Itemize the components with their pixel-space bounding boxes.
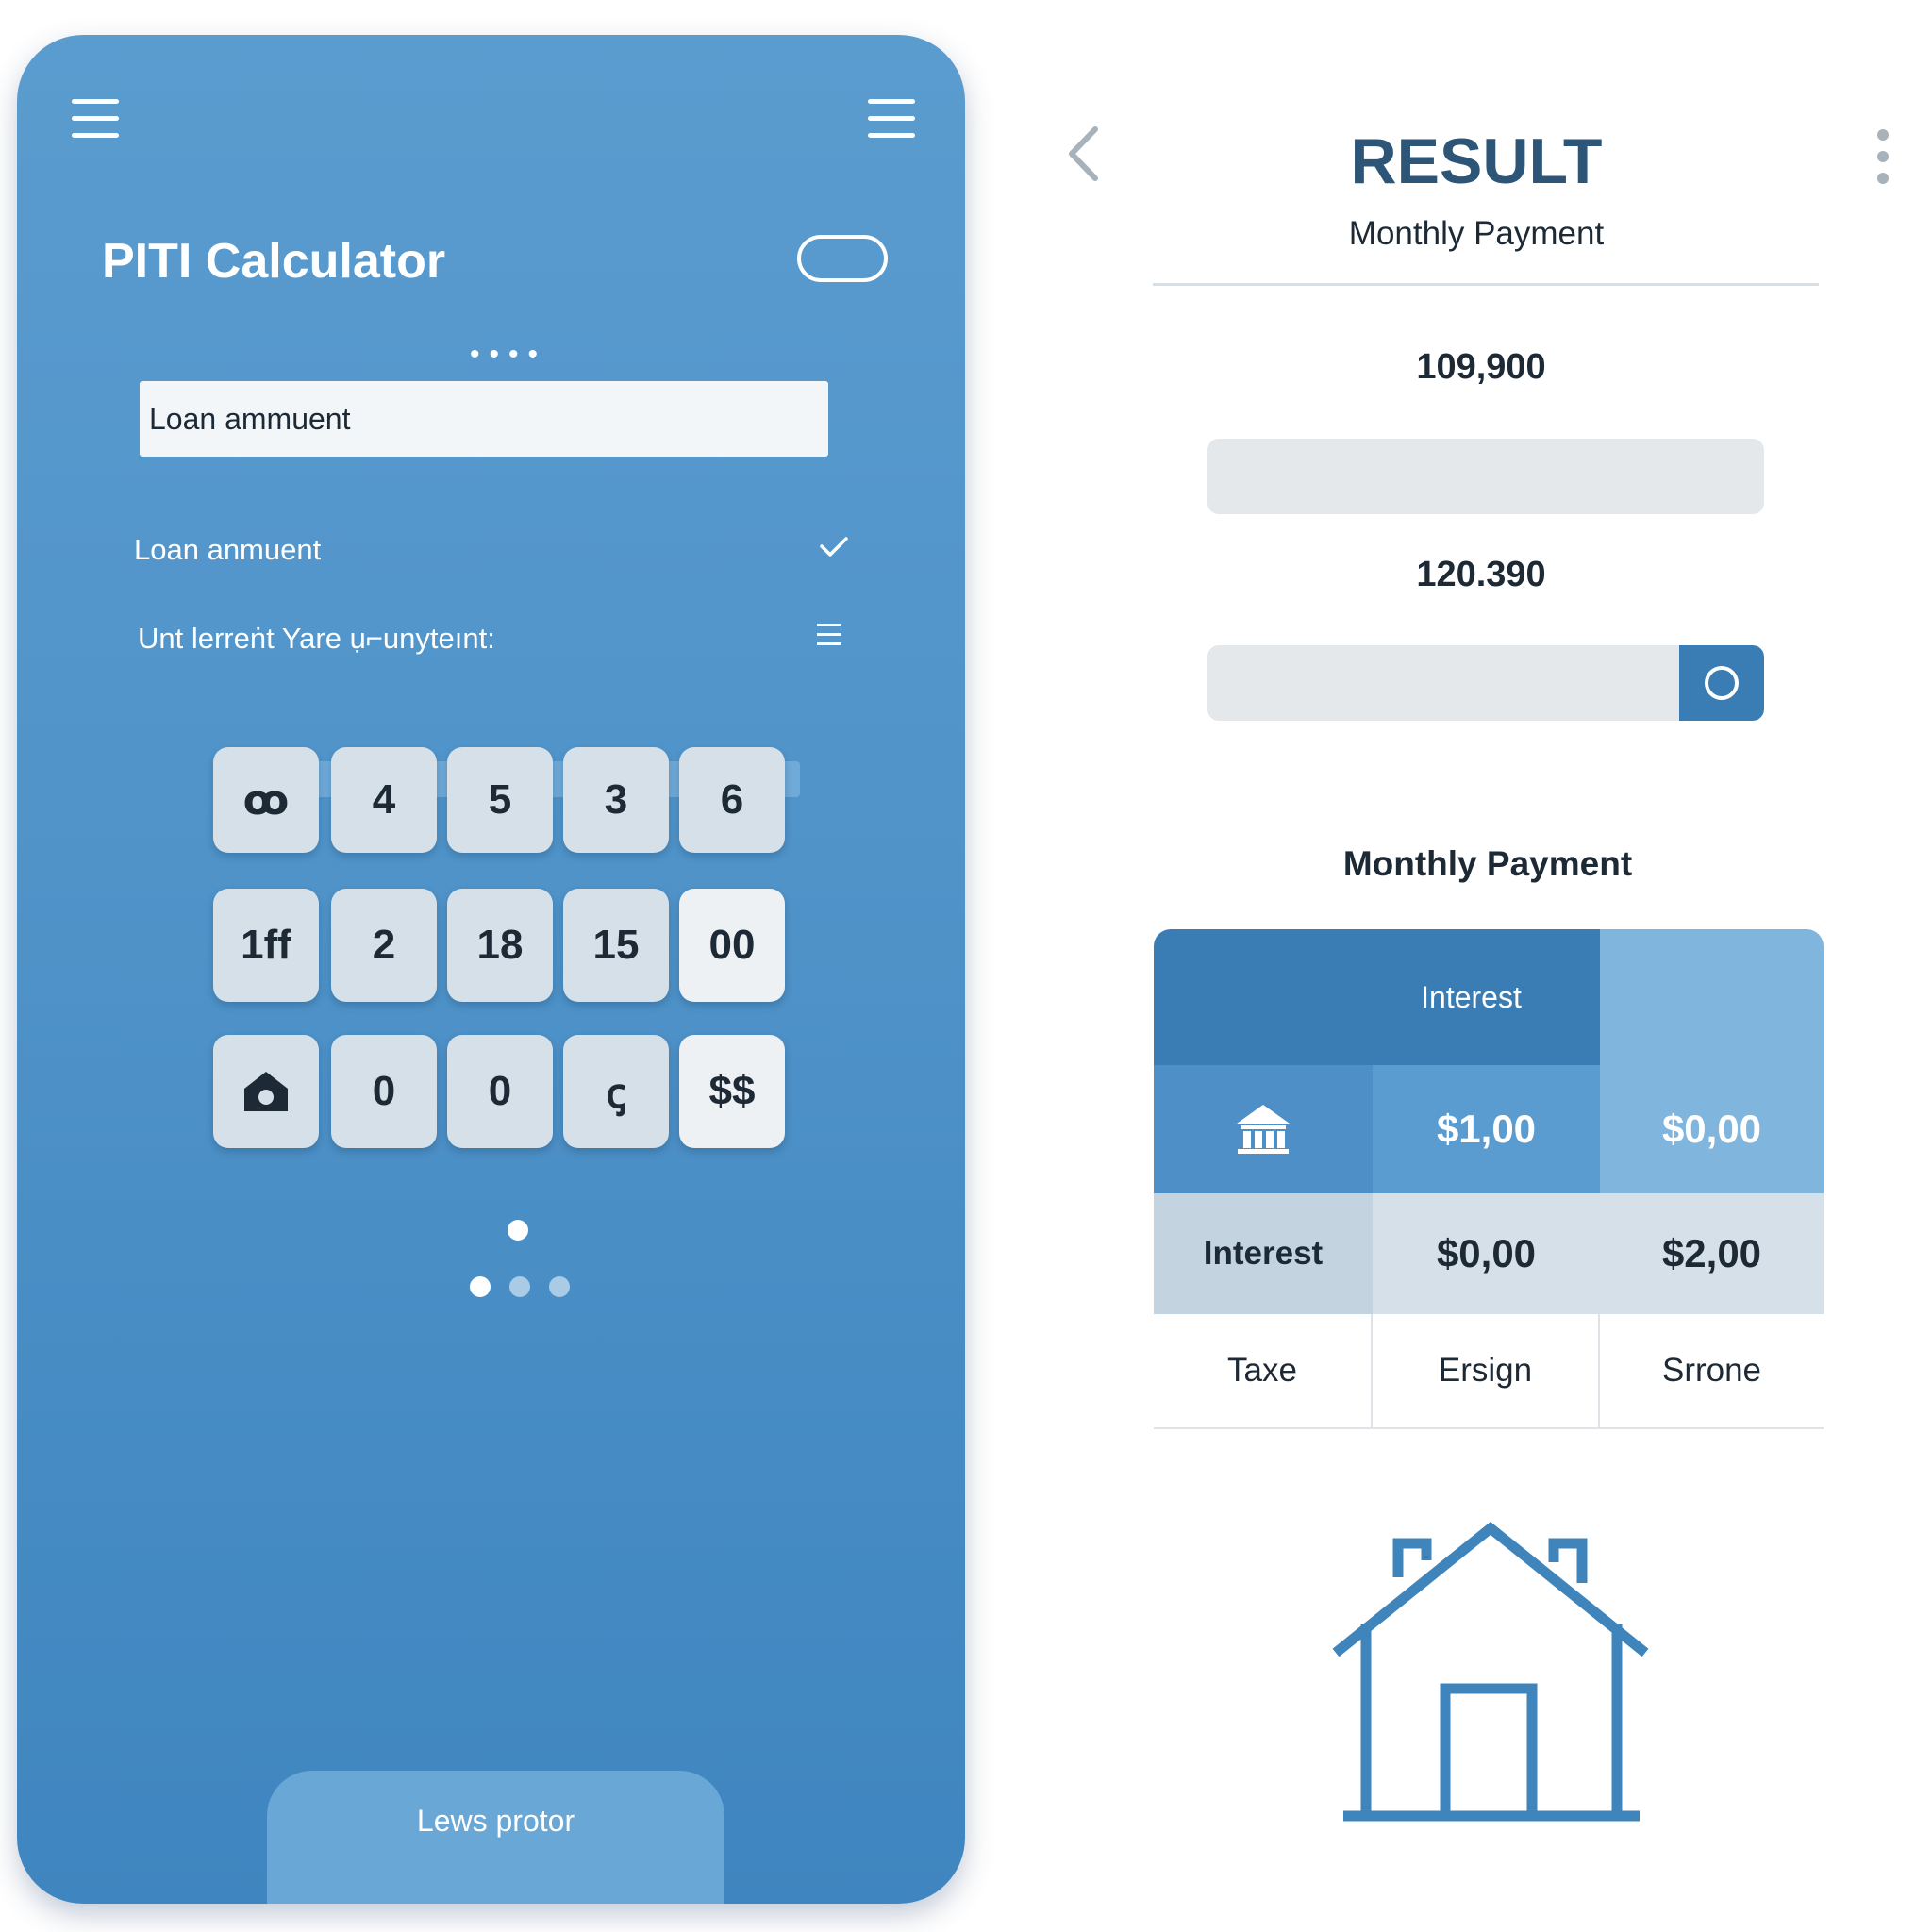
- slider-knob[interactable]: [1679, 645, 1764, 721]
- keypad-key-label: 2: [372, 922, 396, 968]
- total-slider[interactable]: [1208, 645, 1764, 721]
- keypad-key[interactable]: 00: [679, 889, 785, 1002]
- keypad-key-label: 1ff: [241, 922, 291, 968]
- keypad-key[interactable]: 15: [563, 889, 669, 1002]
- result-subtitle: Monthly Payment: [1348, 215, 1605, 252]
- breakdown-heading: Monthly Payment: [1342, 844, 1633, 883]
- check-icon[interactable]: [819, 535, 849, 559]
- more-options-icon[interactable]: [1877, 129, 1890, 194]
- keypad-key-label: 0: [488, 1068, 512, 1114]
- table-cell: Taxe: [1154, 1314, 1373, 1427]
- keypad-key-label: 15: [592, 922, 640, 968]
- interest-rate-label: Unt lerreṅt Yare ụ⌐unyteınt:: [138, 622, 495, 655]
- table-header: Interest: [1421, 979, 1522, 1014]
- indicator-dot: [508, 1220, 528, 1241]
- keypad-key[interactable]: 6: [679, 747, 785, 853]
- table-cell: $2,00: [1600, 1193, 1824, 1314]
- keypad-key-label: 6: [720, 776, 744, 823]
- table-bottom-border: [1154, 1427, 1824, 1429]
- page-dots-icon: ••••: [470, 339, 548, 370]
- keypad-key[interactable]: ꞔ: [563, 1035, 669, 1148]
- home-camera-icon: [244, 1072, 288, 1111]
- loan-value: 109,900: [1416, 347, 1546, 387]
- keypad-key[interactable]: 4: [331, 747, 437, 853]
- loan-slider[interactable]: [1208, 439, 1764, 514]
- house-icon: [1332, 1521, 1649, 1822]
- table-cell: $0,00: [1373, 1193, 1600, 1314]
- app-title: PITI Calculator: [102, 234, 446, 289]
- keypad-key[interactable]: 0: [331, 1035, 437, 1148]
- total-value: 120.390: [1416, 555, 1546, 594]
- table-header-cell-empty: [1600, 929, 1824, 1065]
- loan-amount-input[interactable]: [140, 381, 828, 457]
- keypad-key-label: $$: [708, 1068, 756, 1114]
- table-cell: Interest: [1154, 1193, 1373, 1314]
- bank-icon: [1237, 1105, 1290, 1154]
- loan-amount-select[interactable]: Loan anmuent: [134, 533, 321, 567]
- table-cell: $1,00: [1373, 1065, 1600, 1193]
- keypad-key-label: ꝏ: [242, 776, 290, 824]
- keypad-key[interactable]: 1ff: [213, 889, 319, 1002]
- keypad-key-label: ꞔ: [606, 1071, 626, 1117]
- table-header-cell: Interest: [1154, 929, 1600, 1065]
- table-cell: Ersign: [1373, 1314, 1600, 1427]
- keypad-key[interactable]: $$: [679, 1035, 785, 1148]
- keypad-key-label: 4: [372, 776, 396, 823]
- table-cell: [1154, 1065, 1373, 1193]
- page-dot[interactable]: [549, 1276, 570, 1297]
- keypad-key-label: 3: [604, 776, 628, 823]
- keypad-key[interactable]: 5: [447, 747, 553, 853]
- back-chevron-icon[interactable]: [1066, 125, 1100, 183]
- divider: [1153, 283, 1819, 286]
- result-title: RESULT: [1350, 125, 1603, 197]
- menu-icon-left[interactable]: [72, 99, 119, 139]
- keypad-key-label: 0: [372, 1068, 396, 1114]
- keypad-key[interactable]: 3: [563, 747, 669, 853]
- bottom-tab-button[interactable]: Lews protor: [267, 1771, 724, 1904]
- menu-icon-right[interactable]: [868, 99, 915, 139]
- keypad-key[interactable]: 18: [447, 889, 553, 1002]
- keypad-key[interactable]: [213, 1035, 319, 1148]
- keypad-key-label: 00: [708, 922, 756, 968]
- circle-icon: [1705, 666, 1739, 700]
- keypad-key[interactable]: ꝏ: [213, 747, 319, 853]
- keypad-key-label: 18: [476, 922, 524, 968]
- page-dot[interactable]: [470, 1276, 491, 1297]
- bottom-tab-label: Lews protor: [416, 1804, 575, 1838]
- keypad-key-label: 5: [488, 776, 512, 823]
- list-icon[interactable]: [817, 624, 841, 648]
- table-cell: $0,00: [1600, 1065, 1824, 1193]
- calculator-screen: PITI Calculator •••• Loan anmuent Unt le…: [17, 35, 965, 1904]
- keypad-key[interactable]: 0: [447, 1035, 553, 1148]
- payment-breakdown-table: Interest $1,00 $0,00 Interest $0,00 $2,0…: [1154, 929, 1824, 1427]
- page-dot[interactable]: [509, 1276, 530, 1297]
- toggle-pill[interactable]: [797, 235, 888, 282]
- table-cell: Srrone: [1600, 1314, 1824, 1427]
- keypad-key[interactable]: 2: [331, 889, 437, 1002]
